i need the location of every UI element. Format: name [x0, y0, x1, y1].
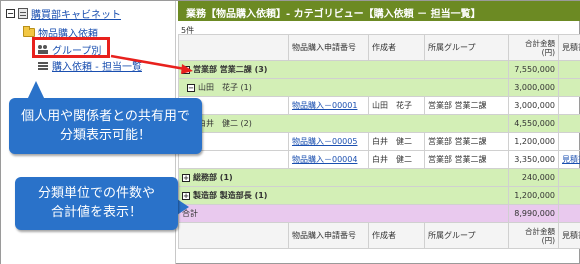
table-header-row: 物品購入申請番号 作成者 所属グループ 合計金額 (円) 見積書: [178, 34, 580, 61]
screenshot-frame: − 購買部キャビネット 物品購入依頼 グループ別 購入依頼 - 担当一覧 業務【…: [0, 0, 580, 264]
subgroup-label: 山田 花子 (1): [198, 83, 252, 92]
col-sum-line1: 合計金額: [525, 226, 555, 236]
request-link[interactable]: 物品購入－00005: [292, 137, 357, 146]
callout-totals: 分類単位での件数や 合計値を表示！: [15, 177, 178, 230]
category-table: 物品購入申請番号 作成者 所属グループ 合計金額 (円) 見積書 −営業部 営業…: [178, 34, 580, 249]
col-group[interactable]: 所属グループ: [424, 222, 509, 249]
total-row: 合計 8,990,000: [178, 204, 580, 223]
col-sum[interactable]: 合計金額 (円): [508, 34, 559, 61]
callout-tail: [177, 199, 189, 215]
group-row[interactable]: + 総務部 (1) 240,000: [178, 168, 580, 187]
author-cell: 白井 健二: [368, 150, 425, 169]
tree-view-list-row[interactable]: 購入依頼 - 担当一覧: [38, 58, 142, 73]
category-view-pane: 業務【物品購入依頼】- カテゴリビュー【購入依頼 － 担当一覧】 5件 物品購入…: [178, 1, 580, 264]
estimate-link[interactable]: 見積書: [562, 155, 580, 164]
cabinet-icon: [18, 8, 28, 19]
group-sum: 240,000: [508, 168, 559, 187]
col-author[interactable]: 作成者: [368, 222, 425, 249]
collapse-icon[interactable]: −: [187, 83, 195, 92]
tree-root-row[interactable]: − 購買部キャビネット: [6, 6, 121, 21]
total-sum: 8,990,000: [508, 204, 559, 223]
col-sum-line2: (円): [541, 235, 555, 245]
request-link[interactable]: 物品購入－00004: [292, 155, 357, 164]
col-spacer: [178, 222, 289, 249]
callout-sharing: 個人用や関係者との共有用で 分類表示可能！: [9, 98, 202, 154]
folder-icon: [23, 26, 35, 37]
expand-icon[interactable]: +: [182, 173, 190, 182]
collapse-icon[interactable]: −: [6, 9, 15, 18]
table-row: 物品購入－00004 白井 健二 営業部 営業二課 3,350,000 見積書: [178, 150, 580, 169]
subgroup-row[interactable]: − 山田 花子 (1) 3,000,000: [178, 78, 580, 97]
callout-text: 分類表示可能！: [59, 128, 151, 143]
sum-cell: 1,200,000: [508, 132, 559, 151]
col-sum[interactable]: 合計金額 (円): [508, 222, 559, 249]
collapse-icon[interactable]: −: [182, 65, 190, 74]
col-sum-line2: (円): [541, 47, 555, 57]
col-requester-no[interactable]: 物品購入申請番号: [288, 34, 369, 61]
sum-cell: 3,350,000: [508, 150, 559, 169]
callout-text: 合計値を表示！: [50, 205, 142, 220]
col-requester-no[interactable]: 物品購入申請番号: [288, 222, 369, 249]
subgroup-sum: 3,000,000: [508, 78, 559, 97]
group-cell: 営業部 営業二課: [424, 96, 509, 115]
tree-view-list-link[interactable]: 購入依頼 - 担当一覧: [52, 58, 142, 73]
col-sum-line1: 合計金額: [525, 38, 555, 48]
group-label: 営業部 営業二課 (3): [193, 65, 268, 74]
subgroup-sum: 4,550,000: [508, 114, 559, 133]
col-author[interactable]: 作成者: [368, 34, 425, 61]
col-spacer: [178, 34, 289, 61]
author-cell: 白井 健二: [368, 132, 425, 151]
group-label: 総務部 (1): [193, 173, 233, 182]
table-row: 物品購入－00001 山田 花子 営業部 営業二課 3,000,000: [178, 96, 580, 115]
col-group[interactable]: 所属グループ: [424, 34, 509, 61]
author-cell: 山田 花子: [368, 96, 425, 115]
group-label: 製造部 製造部長 (1): [193, 191, 268, 200]
group-sum: 7,550,000: [508, 60, 559, 79]
col-estimate[interactable]: 見積書: [558, 34, 580, 61]
subgroup-label: 白井 健二 (2): [198, 119, 252, 128]
total-label: 合計: [178, 204, 509, 223]
list-view-icon: [38, 61, 49, 71]
group-cell: 営業部 営業二課: [424, 132, 509, 151]
group-cell: 営業部 営業二課: [424, 150, 509, 169]
group-sum: 1,200,000: [508, 186, 559, 205]
table-row: 物品購入－00005 白井 健二 営業部 営業二課 1,200,000: [178, 132, 580, 151]
table-footer-header-row: 物品購入申請番号 作成者 所属グループ 合計金額 (円) 見積書: [178, 222, 580, 249]
highlight-box: [32, 37, 110, 58]
view-title: 業務【物品購入依頼】- カテゴリビュー【購入依頼 － 担当一覧】: [178, 1, 580, 21]
group-row[interactable]: + 製造部 製造部長 (1) 1,200,000: [178, 186, 580, 205]
callout-text: 個人用や関係者との共有用で: [21, 109, 190, 124]
tree-root-link[interactable]: 購買部キャビネット: [31, 6, 121, 21]
col-estimate[interactable]: 見積書: [558, 222, 580, 249]
callout-text: 分類単位での件数や: [37, 186, 155, 201]
subgroup-row[interactable]: −白井 健二 (2) 4,550,000: [178, 114, 580, 133]
group-row[interactable]: − 営業部 営業二課 (3) 7,550,000: [178, 60, 580, 79]
request-link[interactable]: 物品購入－00001: [292, 101, 357, 110]
sum-cell: 3,000,000: [508, 96, 559, 115]
